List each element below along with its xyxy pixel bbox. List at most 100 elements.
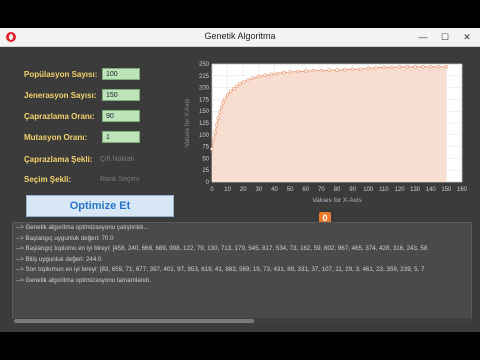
data-point	[421, 65, 425, 69]
x-tick-label: 70	[318, 187, 325, 193]
log-line: --> Genetik algoritma optimizasyonu çalı…	[16, 224, 149, 231]
x-tick-label: 110	[379, 187, 389, 193]
mutation-rate-input[interactable]: 1	[102, 131, 140, 143]
generation-label: Jenerasyon Sayısı:	[24, 91, 97, 100]
data-point	[319, 68, 324, 73]
data-point	[304, 69, 308, 73]
y-axis-label: Values for Y-Axis	[184, 98, 191, 147]
generation-input[interactable]: 150	[102, 89, 140, 101]
data-point	[241, 80, 245, 84]
crossover-rate-label: Çaprazlama Oranı:	[24, 112, 95, 121]
data-point	[327, 68, 331, 72]
data-point	[413, 65, 417, 69]
crossover-type-label: Çaprazlama Şekli:	[24, 155, 93, 164]
data-point	[213, 130, 217, 135]
fitness-chart: 0 10 20 30 40 50 60 70 80 90 100 110 120 130 140 150 160…	[184, 62, 468, 204]
data-point	[366, 66, 370, 70]
data-point	[269, 72, 274, 77]
data-point	[229, 89, 233, 94]
selection-type-select[interactable]: Rank Seçimi	[100, 176, 139, 183]
log-line: --> Bitiş uygunluk değeri: 244.0	[16, 255, 102, 263]
x-axis-label: Values for X-Axis	[312, 197, 362, 204]
data-point	[225, 92, 230, 97]
data-point	[358, 67, 363, 71]
data-point	[389, 65, 394, 70]
y-tick-label: 50	[202, 156, 209, 162]
data-point	[211, 137, 216, 142]
data-point	[232, 86, 236, 91]
log-line: --> Başlangıç toplumu en iyi bireyi: [45…	[16, 245, 428, 253]
y-tick-label: 0	[206, 180, 210, 186]
x-tick-label: 140	[426, 187, 437, 193]
x-tick-label: 20	[240, 187, 247, 193]
x-tick-label: 120	[394, 187, 405, 193]
data-point	[222, 97, 227, 102]
data-point	[250, 76, 255, 80]
data-point	[210, 147, 214, 151]
x-tick-label: 80	[334, 187, 341, 193]
scrollbar-thumb[interactable]	[14, 319, 254, 323]
data-point	[221, 101, 225, 105]
y-tick-label: 75	[202, 145, 209, 151]
data-point	[246, 78, 250, 82]
data-point	[405, 65, 410, 69]
data-point	[282, 70, 286, 75]
population-label: Popülasyon Sayısı:	[24, 70, 98, 79]
log-line: --> Genetik algoritma optimizasyonu tama…	[16, 276, 151, 284]
title-bar: Genetik Algoritma — ☐ ✕	[0, 28, 480, 47]
y-tick-label: 25	[202, 168, 209, 174]
data-point	[397, 65, 402, 69]
window-title: Genetik Algoritma	[204, 31, 276, 41]
minimize-button[interactable]: —	[416, 31, 430, 43]
close-button[interactable]: ✕	[460, 31, 474, 43]
x-tick-label: 150	[441, 187, 452, 193]
data-point	[257, 74, 261, 78]
x-tick-label: 100	[363, 187, 374, 193]
app-window: Genetik Algoritma — ☐ ✕ Popülasyon Sayıs…	[0, 28, 480, 332]
maximize-button[interactable]: ☐	[438, 31, 452, 43]
x-tick-label: 0	[210, 187, 214, 193]
y-tick-label: 175	[199, 97, 210, 103]
data-point	[311, 68, 316, 73]
log-horizontal-scrollbar[interactable]	[12, 318, 472, 324]
optimize-button[interactable]: Optimize Et	[26, 195, 174, 217]
data-point	[263, 73, 267, 78]
data-point	[436, 65, 441, 69]
data-point	[275, 71, 280, 76]
x-tick-label: 10	[224, 187, 231, 193]
data-point	[343, 67, 347, 72]
log-line: --> Başlangıç uygunluk değeri: 70.0	[16, 234, 114, 242]
data-point	[219, 105, 224, 110]
data-point	[335, 68, 339, 72]
log-line: --> Son toplumun en iyi bireyi: [83, 659…	[16, 266, 425, 274]
x-tick-label: 40	[271, 187, 278, 193]
x-tick-label: 30	[256, 187, 263, 193]
data-point	[214, 123, 219, 128]
y-tick-label: 250	[199, 62, 210, 68]
data-point	[216, 116, 220, 120]
crossover-type-select[interactable]: Çift Noktalı	[100, 156, 134, 163]
data-point	[429, 65, 433, 69]
y-tick-label: 125	[199, 121, 210, 127]
y-tick-label: 100	[199, 133, 210, 139]
data-point	[374, 66, 378, 70]
y-tick-label: 200	[199, 86, 210, 92]
data-point	[296, 69, 300, 74]
x-tick-label: 50	[287, 187, 294, 193]
y-tick-label: 225	[199, 74, 210, 80]
mutation-rate-label: Mutasyon Oranı:	[24, 133, 88, 142]
x-tick-label: 130	[410, 187, 421, 193]
x-tick-label: 90	[349, 187, 356, 193]
x-tick-label: 160	[457, 187, 468, 193]
data-point	[238, 82, 242, 86]
data-point	[288, 70, 292, 74]
data-point	[444, 65, 449, 69]
selection-type-label: Seçim Şekli:	[24, 175, 72, 184]
y-tick-label: 150	[199, 109, 210, 115]
crossover-rate-input[interactable]: 90	[102, 110, 140, 122]
data-point	[382, 65, 386, 70]
data-point	[350, 67, 355, 71]
population-input[interactable]: 100	[102, 68, 140, 80]
data-point	[218, 110, 222, 114]
data-point	[235, 84, 239, 88]
